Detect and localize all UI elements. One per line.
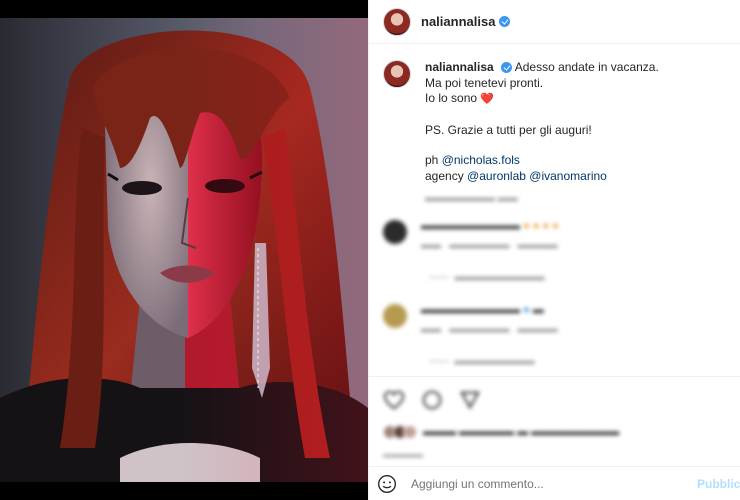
comment-item: ▬▬▬▬▬▬▬▬▬ ● ● ● ● ▬▬ ▬▬▬▬▬▬ ▬▬▬▬ bbox=[383, 220, 733, 251]
likes-summary-blurred[interactable]: ▬▬▬ ▬▬▬▬▬ ▬ ▬▬▬▬▬▬▬▬ bbox=[383, 425, 619, 439]
photo-panel bbox=[0, 0, 368, 500]
agency-label: agency bbox=[425, 168, 464, 183]
action-icons bbox=[383, 389, 481, 411]
caption-line-1: Adesso andate in vacanza. bbox=[514, 60, 659, 74]
share-icon[interactable] bbox=[459, 389, 481, 411]
comment-text-blurred: ▬▬▬▬▬▬▬▬▬ ● ● ● ● bbox=[421, 220, 559, 232]
post-sidebar: naliannalisa naliannalisa Adesso andate … bbox=[368, 0, 740, 500]
post-date-blurred: ▬▬▬▬▬ bbox=[383, 450, 423, 459]
comment-icon[interactable] bbox=[421, 389, 443, 411]
caption-meta-blurred: ▬▬▬▬▬▬▬ ▬▬ bbox=[425, 192, 518, 204]
agency-mention-link-1[interactable]: @auronlab bbox=[467, 169, 526, 183]
comment-avatar[interactable] bbox=[383, 220, 407, 244]
comment-text-blurred: ▬▬▬▬▬▬▬▬▬ ● ▬ bbox=[421, 304, 544, 316]
verified-badge-icon bbox=[499, 16, 511, 27]
publish-button[interactable]: Pubblica bbox=[697, 477, 740, 491]
comment-meta-blurred: ▬▬ ▬▬▬▬▬▬ ▬▬▬▬ bbox=[421, 324, 558, 335]
emoji-icon[interactable] bbox=[377, 474, 397, 494]
comment-input[interactable] bbox=[411, 476, 711, 491]
view-replies-blurred[interactable]: —— ▬▬▬▬▬▬▬▬▬ bbox=[429, 272, 545, 283]
comment-bar: Pubblica bbox=[369, 466, 740, 500]
comment-avatar[interactable] bbox=[383, 304, 407, 328]
post-header: naliannalisa bbox=[369, 0, 740, 44]
caption-avatar[interactable] bbox=[383, 60, 411, 88]
verified-badge-icon bbox=[501, 62, 513, 74]
ph-mention-link[interactable]: @nicholas.fols bbox=[442, 153, 520, 167]
heart-icon[interactable] bbox=[383, 389, 405, 411]
agency-mention-link-2[interactable]: @ivanomarino bbox=[529, 169, 607, 183]
caption-line-2: Ma poi tenetevi pronti. bbox=[425, 75, 544, 90]
author-avatar[interactable] bbox=[383, 7, 411, 36]
caption-username[interactable]: naliannalisa bbox=[425, 60, 494, 74]
comment-meta-blurred: ▬▬ ▬▬▬▬▬▬ ▬▬▬▬ bbox=[421, 240, 558, 251]
caption-text: naliannalisa Adesso andate in vacanza. M… bbox=[425, 60, 659, 206]
post-actions: ▬▬▬ ▬▬▬▬▬ ▬ ▬▬▬▬▬▬▬▬ ▬▬▬▬▬ bbox=[369, 376, 740, 466]
heart-emoji: ❤️ bbox=[480, 93, 495, 106]
post-caption: naliannalisa Adesso andate in vacanza. M… bbox=[383, 60, 733, 206]
author-username[interactable]: naliannalisa bbox=[421, 14, 495, 29]
caption-line-3: Io lo sono bbox=[425, 91, 478, 106]
view-replies-blurred[interactable]: —— ▬▬▬▬▬▬▬▬ bbox=[429, 356, 535, 367]
ph-label: ph bbox=[425, 153, 439, 168]
post-photo[interactable] bbox=[0, 18, 368, 482]
instagram-post-view: naliannalisa naliannalisa Adesso andate … bbox=[0, 0, 740, 500]
caption-ps-line: PS. Grazie a tutti per gli auguri! bbox=[425, 122, 592, 137]
comment-item: ▬▬▬▬▬▬▬▬▬ ● ▬ ▬▬ ▬▬▬▬▬▬ ▬▬▬▬ bbox=[383, 304, 733, 335]
